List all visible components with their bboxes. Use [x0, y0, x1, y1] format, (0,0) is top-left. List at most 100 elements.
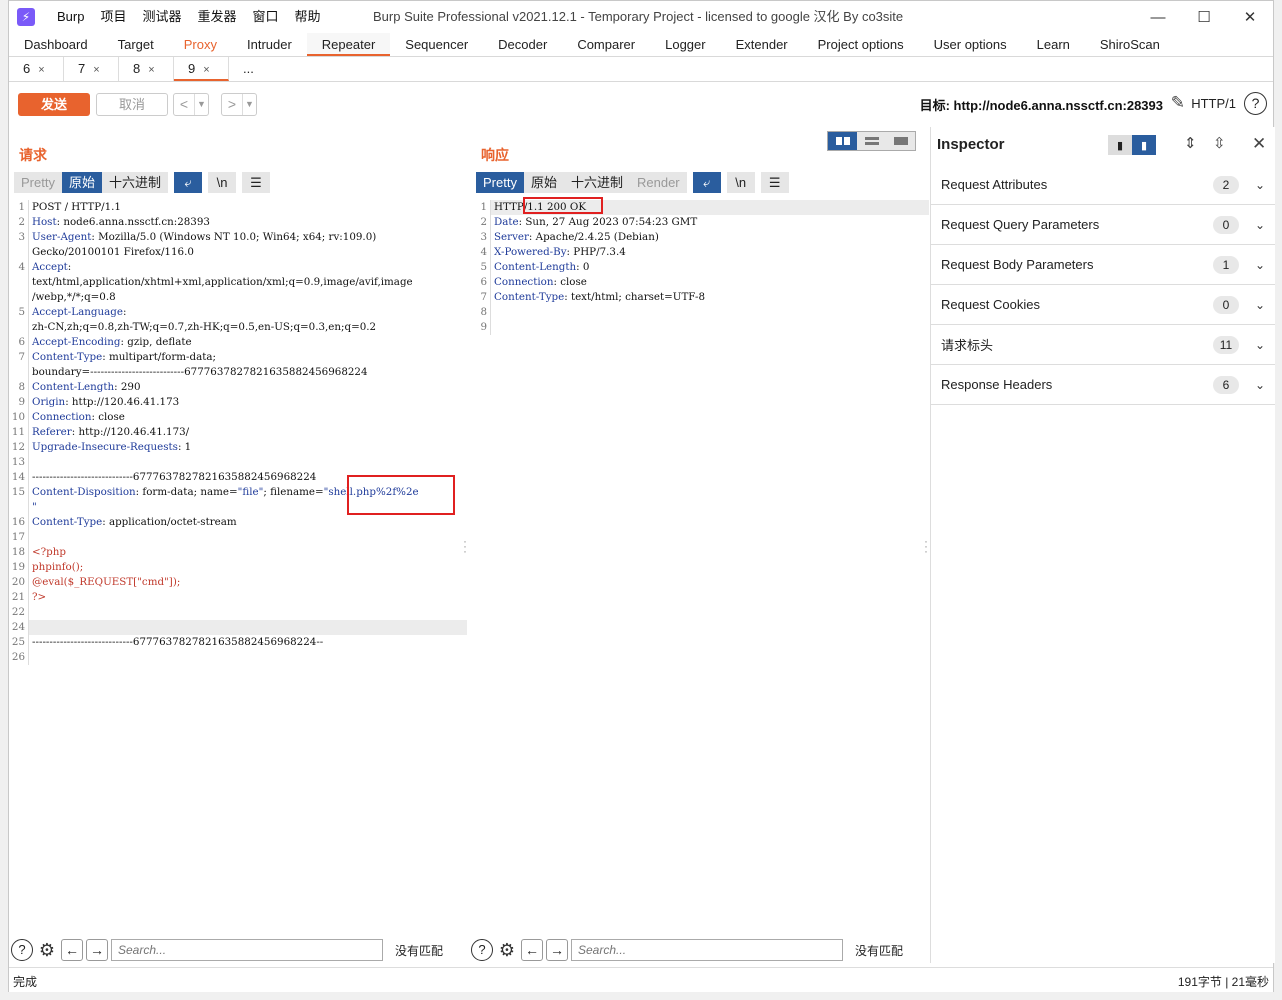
cancel-button[interactable]: 取消 [96, 93, 168, 116]
repeater-tab-6[interactable]: 6 × [9, 57, 64, 81]
request-editor[interactable]: 1 POST / HTTP/1.1 2 Host: node6.anna.nssct… [9, 200, 467, 665]
inspector-section-request-headers[interactable]: 请求标头 11 ⌄ [931, 325, 1275, 365]
back-arrow-icon[interactable]: < [174, 94, 194, 115]
help-icon[interactable]: ? [11, 939, 33, 961]
tab-intruder[interactable]: Intruder [232, 33, 307, 56]
tab-sequencer[interactable]: Sequencer [390, 33, 483, 56]
request-tab-hex[interactable]: 十六进制 [101, 172, 168, 193]
collapse-all-icon[interactable]: ⇳ [1213, 134, 1226, 152]
menu-icon[interactable]: ☰ [242, 172, 270, 193]
tab-decoder[interactable]: Decoder [483, 33, 562, 56]
close-tab-icon[interactable]: × [203, 64, 209, 76]
chevron-down-icon[interactable]: ⌄ [1255, 378, 1265, 392]
inspector-section-query-params[interactable]: Request Query Parameters 0 ⌄ [931, 205, 1275, 245]
menu-icon[interactable]: ☰ [760, 172, 789, 193]
chevron-down-icon[interactable]: ⌄ [1255, 338, 1265, 352]
request-search-input[interactable] [111, 939, 383, 961]
inspector-section-body-params[interactable]: Request Body Parameters 1 ⌄ [931, 245, 1275, 285]
chevron-down-icon[interactable]: ⌄ [1255, 178, 1265, 192]
help-icon[interactable]: ? [471, 939, 493, 961]
chevron-down-icon[interactable]: ⌄ [1255, 258, 1265, 272]
close-tab-icon[interactable]: × [38, 64, 44, 76]
target-label[interactable]: 目标: http://node6.anna.nssctf.cn:28393 [920, 95, 1163, 114]
forward-arrow-icon[interactable]: > [222, 94, 242, 115]
tab-shiroscan[interactable]: ShiroScan [1085, 33, 1175, 56]
close-tab-icon[interactable]: × [93, 64, 99, 76]
window-controls: — ☐ ✕ [1135, 1, 1273, 33]
tabbed-layout-icon[interactable] [886, 132, 915, 150]
tab-repeater[interactable]: Repeater [306, 33, 391, 56]
inspector-layout-left-icon[interactable]: ▮ [1108, 135, 1132, 155]
stacked-layout-icon[interactable] [857, 132, 886, 150]
tab-learn[interactable]: Learn [1022, 33, 1085, 56]
tab-comparer[interactable]: Comparer [562, 33, 650, 56]
section-label: 请求标头 [941, 338, 994, 353]
show-newlines-icon[interactable]: \n [208, 172, 236, 193]
response-viewer[interactable]: 1 HTTP/1.1 200 OK 2 Date: Sun, 27 Aug 2023… [471, 200, 929, 335]
menu-intruder[interactable]: 测试器 [134, 1, 189, 33]
tab-extender[interactable]: Extender [721, 33, 803, 56]
http-version-toggle[interactable]: HTTP/1 [1191, 96, 1236, 111]
inspector-section-request-attributes[interactable]: Request Attributes 2 ⌄ [931, 165, 1275, 205]
menu-bar: Burp 项目 测试器 重发器 窗口 帮助 [49, 1, 329, 33]
repeater-tab-8[interactable]: 8 × [119, 57, 174, 81]
repeater-tab-9[interactable]: 9 × [174, 57, 229, 81]
section-label: Request Attributes [941, 177, 1048, 192]
menu-project[interactable]: 项目 [92, 1, 134, 33]
gear-icon[interactable]: ⚙ [36, 939, 58, 961]
menu-repeater[interactable]: 重发器 [190, 1, 245, 33]
split-handle-icon[interactable]: · · · [924, 535, 928, 557]
send-button[interactable]: 发送 [18, 93, 90, 116]
menu-help[interactable]: 帮助 [287, 1, 329, 33]
tab-project-options[interactable]: Project options [803, 33, 919, 56]
forward-dropdown-icon[interactable]: ▼ [242, 94, 256, 115]
next-match-icon[interactable]: → [86, 939, 108, 961]
edit-target-icon[interactable]: ✎ [1171, 93, 1185, 113]
wrap-lines-icon[interactable]: ⤶ [174, 172, 202, 193]
status-highlight-box [523, 197, 603, 214]
request-title: 请求 [19, 147, 47, 163]
wrap-lines-icon[interactable]: ⤶ [692, 172, 721, 193]
response-tab-hex[interactable]: 十六进制 [563, 172, 630, 193]
inspector-section-response-headers[interactable]: Response Headers 6 ⌄ [931, 365, 1275, 405]
previous-match-icon[interactable]: ← [521, 939, 543, 961]
history-back-group: < ▼ [173, 93, 209, 116]
next-match-icon[interactable]: → [546, 939, 568, 961]
tab-logger[interactable]: Logger [650, 33, 720, 56]
response-tab-raw[interactable]: 原始 [523, 172, 564, 193]
gear-icon[interactable]: ⚙ [496, 939, 518, 961]
repeater-tab-more[interactable]: ... [229, 57, 284, 81]
close-window-button[interactable]: ✕ [1227, 1, 1273, 33]
maximize-button[interactable]: ☐ [1181, 1, 1227, 33]
tab-target[interactable]: Target [103, 33, 169, 56]
minimize-button[interactable]: — [1135, 1, 1181, 33]
close-inspector-icon[interactable]: ✕ [1252, 134, 1266, 154]
split-handle-icon[interactable]: · · · [463, 535, 467, 557]
help-icon[interactable]: ? [1244, 92, 1267, 115]
repeater-tab-label: 7 [78, 61, 86, 76]
previous-match-icon[interactable]: ← [61, 939, 83, 961]
expand-all-icon[interactable]: ⇕ [1184, 134, 1197, 152]
inspector-layout-right-icon[interactable]: ▮ [1132, 135, 1156, 155]
menu-window[interactable]: 窗口 [245, 1, 287, 33]
request-tab-raw[interactable]: 原始 [61, 172, 102, 193]
filename-highlight-box [347, 475, 455, 515]
response-tab-render[interactable]: Render [630, 172, 687, 193]
response-panel: 响应 Pretty 原始 十六进制 Render ⤶ \n ☰ 1 HTTP/1.… [471, 127, 929, 963]
side-by-side-layout-icon[interactable] [828, 132, 857, 150]
close-tab-icon[interactable]: × [148, 64, 154, 76]
tab-dashboard[interactable]: Dashboard [9, 33, 103, 56]
main-tabs: Dashboard Target Proxy Intruder Repeater… [9, 33, 1273, 57]
repeater-tab-7[interactable]: 7 × [64, 57, 119, 81]
inspector-section-cookies[interactable]: Request Cookies 0 ⌄ [931, 285, 1275, 325]
response-search-input[interactable] [571, 939, 843, 961]
chevron-down-icon[interactable]: ⌄ [1255, 298, 1265, 312]
chevron-down-icon[interactable]: ⌄ [1255, 218, 1265, 232]
request-tab-pretty[interactable]: Pretty [14, 172, 62, 193]
tab-user-options[interactable]: User options [919, 33, 1022, 56]
menu-burp[interactable]: Burp [49, 1, 92, 33]
show-newlines-icon[interactable]: \n [726, 172, 755, 193]
tab-proxy[interactable]: Proxy [169, 33, 232, 56]
response-tab-pretty[interactable]: Pretty [476, 172, 524, 193]
back-dropdown-icon[interactable]: ▼ [194, 94, 208, 115]
